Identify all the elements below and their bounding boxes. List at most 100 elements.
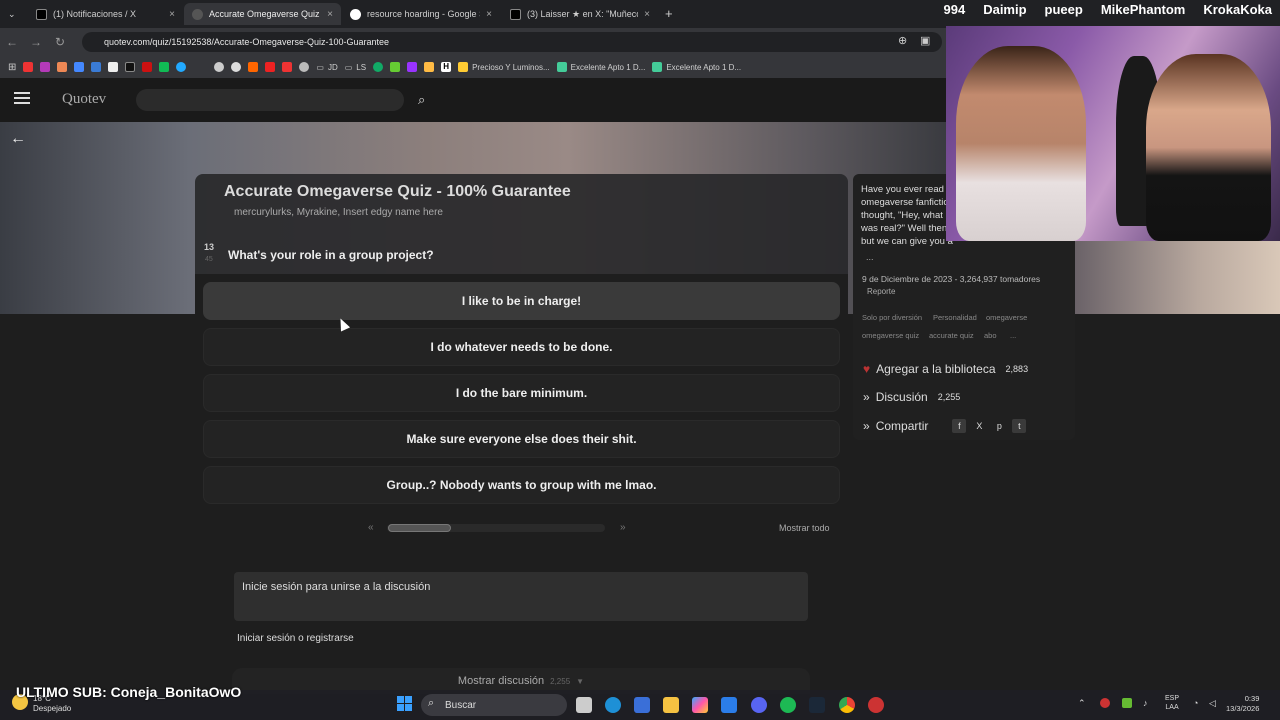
spotify-icon[interactable] xyxy=(780,697,796,713)
bookmark-icon[interactable] xyxy=(214,62,225,72)
extension-icon[interactable]: ▣ xyxy=(920,34,930,47)
search-input[interactable] xyxy=(136,89,404,111)
bookmark-icon[interactable] xyxy=(231,62,242,72)
zoom-icon[interactable]: ⊕ xyxy=(898,34,907,47)
bookmark-folder-ls[interactable]: ▭ LS xyxy=(345,63,366,72)
tab-list-button[interactable]: ⌄ xyxy=(0,3,30,25)
tag-link[interactable]: Personalidad xyxy=(933,313,977,322)
edge-icon[interactable] xyxy=(605,697,621,713)
discussion-link[interactable]: » Discusión 2,255 xyxy=(863,390,960,404)
store-icon[interactable] xyxy=(634,697,650,713)
add-to-library-button[interactable]: ♥ Agregar a la biblioteca 2,883 xyxy=(863,362,1028,376)
site-logo[interactable]: Quotev xyxy=(62,91,106,108)
bookmark-icon[interactable] xyxy=(40,62,51,72)
start-icon[interactable] xyxy=(397,696,413,712)
bookmark-icon[interactable] xyxy=(142,62,153,72)
bookmark-icon[interactable] xyxy=(407,62,418,72)
task-view-icon[interactable] xyxy=(576,697,592,713)
clock[interactable]: 0:39 13/3/2026 xyxy=(1226,694,1259,714)
bookmark-icon[interactable] xyxy=(159,62,170,72)
read-more[interactable]: ... xyxy=(866,252,874,262)
wifi-icon[interactable]: ◔ xyxy=(1193,698,1198,708)
question-text: What's your role in a group project? xyxy=(228,248,434,262)
answer-option[interactable]: I do the bare minimum. xyxy=(203,374,840,412)
cover-image-edge xyxy=(1075,240,1280,314)
tray-icon[interactable] xyxy=(1100,698,1110,708)
bookmark-icon[interactable] xyxy=(390,62,401,72)
bookmark-link[interactable]: Precioso Y Luminos... xyxy=(458,62,550,72)
mail-icon[interactable] xyxy=(721,697,737,713)
bookmark-icon[interactable] xyxy=(74,62,85,72)
quiz-authors[interactable]: mercurylurks, Myrakine, Insert edgy name… xyxy=(234,207,443,218)
menu-icon[interactable] xyxy=(14,92,30,104)
bookmark-icon[interactable] xyxy=(265,62,276,72)
facebook-icon[interactable]: f xyxy=(952,419,967,433)
forward-icon[interactable]: → xyxy=(24,35,48,49)
tab-quiz[interactable]: Accurate Omegaverse Quiz - 10 × xyxy=(184,3,341,25)
tag-more[interactable]: ... xyxy=(1010,331,1016,340)
volume-icon[interactable]: ◁ xyxy=(1209,698,1216,709)
discussion-input[interactable]: Inicie sesión para unirse a la discusión xyxy=(234,572,808,621)
tab-notifications[interactable]: (1) Notificaciones / X × xyxy=(28,3,183,25)
copilot-icon[interactable] xyxy=(692,697,708,713)
bookmark-icon[interactable] xyxy=(373,62,384,72)
address-bar[interactable]: quotev.com/quiz/15192538/Accurate-Omegav… xyxy=(82,32,942,52)
youtube-icon[interactable] xyxy=(23,62,34,72)
reload-icon[interactable]: ↻ xyxy=(48,35,72,49)
tag-link[interactable]: accurate quiz xyxy=(929,331,974,340)
x-icon[interactable] xyxy=(125,62,136,72)
tag-link[interactable]: omegaverse xyxy=(986,313,1027,322)
tag-link[interactable]: omegaverse quiz xyxy=(862,331,919,340)
close-icon[interactable]: × xyxy=(327,9,333,20)
bookmark-icon[interactable] xyxy=(91,62,102,72)
login-register-link[interactable]: Iniciar sesión o registrarse xyxy=(237,633,354,644)
tag-link[interactable]: abo xyxy=(984,331,997,340)
close-icon[interactable]: × xyxy=(169,9,175,20)
app-icon[interactable] xyxy=(868,697,884,713)
chevron-up-icon[interactable]: ⌃ xyxy=(1078,698,1086,709)
close-icon[interactable]: × xyxy=(486,9,492,20)
discussion-count: 2,255 xyxy=(550,676,571,686)
taskbar-search[interactable]: Buscar xyxy=(421,694,567,716)
tab-laisser[interactable]: (3) Laisser ★ en X: "Muñecos de × xyxy=(502,3,658,25)
youtube-icon[interactable] xyxy=(282,62,293,72)
bookmark-icon[interactable] xyxy=(424,62,435,72)
back-arrow-icon[interactable]: ← xyxy=(10,130,26,148)
bookmark-link[interactable]: Excelente Apto 1 D... xyxy=(652,62,741,72)
answer-option[interactable]: Group..? Nobody wants to group with me l… xyxy=(203,466,840,504)
pinterest-icon[interactable]: p xyxy=(992,419,1006,433)
next-question-button[interactable]: » xyxy=(620,522,626,533)
x-share-icon[interactable]: X xyxy=(972,419,986,433)
apps-icon[interactable]: ⊞ xyxy=(8,62,16,73)
bookmark-icon[interactable] xyxy=(176,62,187,72)
tag-link[interactable]: Solo por diversión xyxy=(862,313,922,322)
search-icon[interactable]: ⌕ xyxy=(418,92,425,108)
bookmark-icon[interactable] xyxy=(57,62,68,72)
prev-question-button[interactable]: « xyxy=(368,522,374,533)
bookmark-icon[interactable] xyxy=(248,62,259,72)
answer-option[interactable]: Make sure everyone else does their shit. xyxy=(203,420,840,458)
bookmark-icon[interactable] xyxy=(108,62,119,72)
new-tab-button[interactable]: + xyxy=(665,6,673,21)
file-explorer-icon[interactable] xyxy=(663,697,679,713)
tab-google[interactable]: resource hoarding - Google Se × xyxy=(342,3,500,25)
mic-icon[interactable]: ♪ xyxy=(1143,698,1148,708)
show-all-button[interactable]: Mostrar todo xyxy=(779,523,830,533)
bookmark-icon[interactable] xyxy=(299,62,310,72)
progress-thumb[interactable] xyxy=(388,524,451,532)
tray-icon[interactable] xyxy=(1122,698,1132,708)
bookmark-link[interactable]: Excelente Apto 1 D... xyxy=(556,62,645,72)
answer-option[interactable]: I do whatever needs to be done. xyxy=(203,328,840,366)
tumblr-icon[interactable]: t xyxy=(1012,419,1027,433)
report-link[interactable]: Reporte xyxy=(867,287,895,296)
steam-icon[interactable] xyxy=(809,697,825,713)
discord-icon[interactable] xyxy=(751,697,767,713)
language-indicator[interactable]: ESP LAA xyxy=(1165,694,1179,712)
bookmark-icon[interactable]: H xyxy=(441,62,452,72)
close-icon[interactable]: × xyxy=(644,9,650,20)
chrome-icon[interactable] xyxy=(839,697,855,713)
back-icon[interactable]: ← xyxy=(0,35,24,49)
answer-option[interactable]: I like to be in charge! xyxy=(203,282,840,320)
bookmark-folder-jd[interactable]: ▭ JD xyxy=(316,63,337,72)
search-icon: ⌕ xyxy=(428,697,435,709)
